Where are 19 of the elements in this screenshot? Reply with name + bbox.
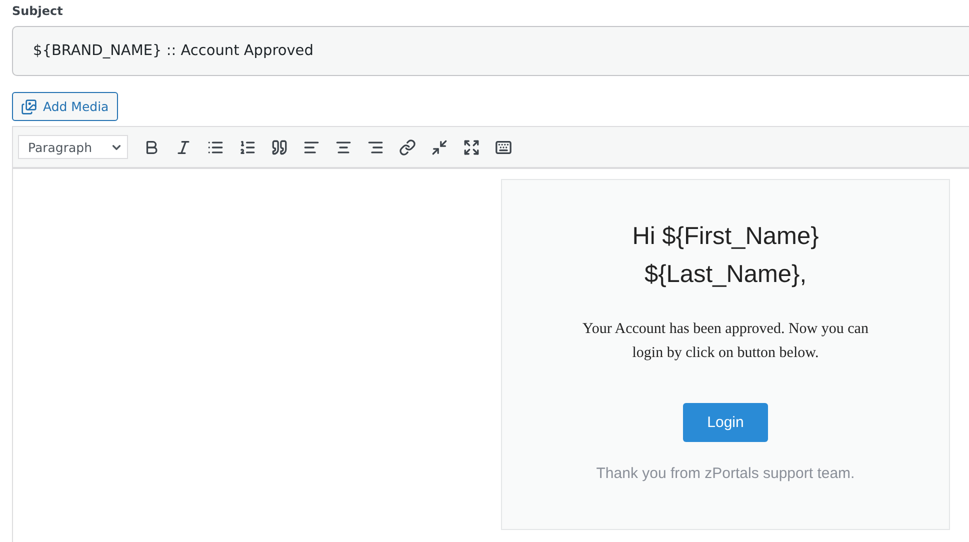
align-right-icon[interactable] (366, 138, 384, 156)
keyboard-icon[interactable] (494, 138, 512, 156)
format-select[interactable]: Paragraph (18, 135, 128, 159)
message-text: Your Account has been approved. Now you can login by click on button below. (582, 320, 870, 363)
align-center-icon[interactable] (334, 138, 352, 156)
fullscreen-icon[interactable] (462, 138, 480, 156)
bulleted-list-icon[interactable] (206, 138, 224, 156)
add-media-button[interactable]: Add Media (12, 92, 118, 121)
footer-text: Thank you from zPortals support team. (596, 465, 855, 482)
link-icon[interactable] (398, 138, 416, 156)
greeting-text: Hi ${First_Name} (632, 222, 819, 252)
quote-icon[interactable] (270, 138, 288, 156)
greeting-text: ${Last_Name}, (644, 260, 807, 290)
numbered-list-icon[interactable] (238, 138, 256, 156)
subject-field[interactable]: ${BRAND_NAME} :: Account Approved (12, 26, 969, 76)
align-left-icon[interactable] (302, 138, 320, 156)
login-button[interactable]: Login (683, 403, 768, 442)
subject-label: Subject (12, 4, 64, 20)
media-icon (21, 98, 37, 114)
